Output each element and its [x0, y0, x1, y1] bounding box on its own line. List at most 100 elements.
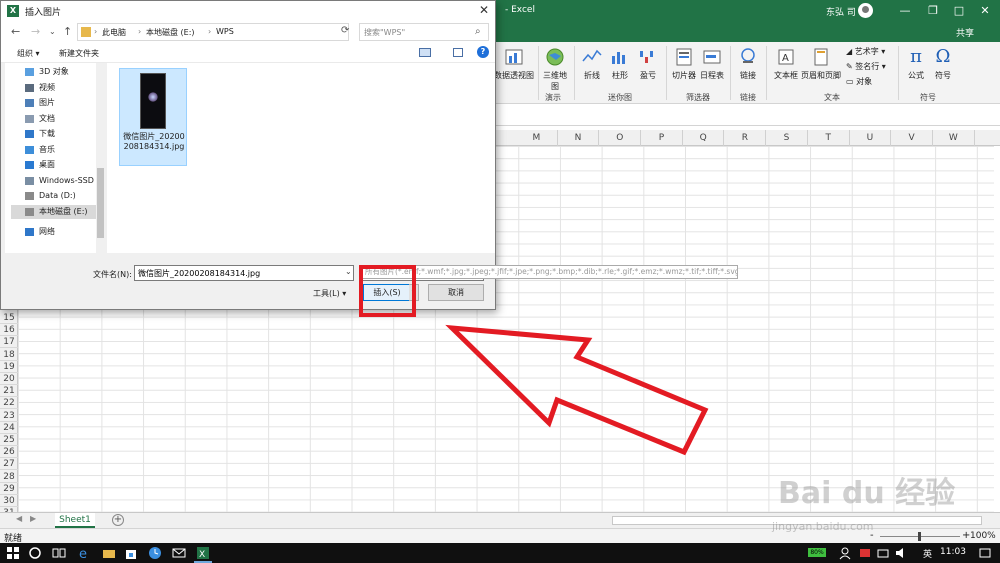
row-header[interactable]: 19 [0, 361, 18, 373]
header-footer-button[interactable]: 页眉和页脚 [800, 46, 842, 81]
search-box[interactable]: 搜索"WPS" ⌕ [359, 23, 489, 41]
row-header[interactable]: 23 [0, 410, 18, 422]
refresh-icon[interactable]: ⟳ [341, 25, 349, 36]
ribbon-display-button[interactable]: — [892, 2, 918, 20]
file-item-selected[interactable]: 微信图片_20200208184314.jpg [119, 68, 187, 166]
add-sheet-button[interactable]: + [112, 514, 124, 526]
column-header[interactable]: T [808, 130, 850, 146]
new-folder-button[interactable]: 新建文件夹 [59, 48, 99, 59]
row-header[interactable]: 21 [0, 385, 18, 398]
row-header[interactable]: 25 [0, 434, 18, 446]
breadcrumb-this-pc[interactable]: 此电脑 [102, 27, 126, 38]
column-header[interactable]: Q [683, 130, 725, 146]
forward-icon[interactable]: → [31, 25, 40, 38]
map3d-button[interactable]: 三维地图 [540, 46, 570, 92]
column-header[interactable]: W [933, 130, 975, 146]
nav-item[interactable]: 文档 [11, 112, 99, 126]
file-explorer-icon[interactable] [102, 546, 116, 560]
column-header[interactable]: V [891, 130, 933, 146]
cortana-search-icon[interactable] [28, 546, 42, 560]
column-header[interactable]: M [516, 130, 558, 146]
excel-taskbar-icon[interactable]: X [196, 546, 210, 560]
column-header[interactable]: U [850, 130, 892, 146]
restore-button[interactable]: □ [946, 2, 972, 20]
search-icon[interactable]: ⌕ [475, 26, 481, 37]
link-button[interactable]: 链接 [736, 46, 760, 81]
column-header[interactable]: P [641, 130, 683, 146]
nav-item[interactable]: Data (D:) [11, 189, 99, 203]
sheet-next-icon[interactable]: ▶ [30, 514, 36, 523]
row-header[interactable]: 24 [0, 422, 18, 434]
slicer-button[interactable]: 切片器 [670, 46, 698, 81]
column-header[interactable]: N [558, 130, 600, 146]
notification-red-icon[interactable] [858, 546, 872, 560]
nav-item[interactable]: 桌面 [11, 158, 99, 172]
pivot-chart-button[interactable]: 数据透视图 [494, 46, 534, 81]
dialog-close-button[interactable]: ✕ [479, 3, 489, 17]
row-header[interactable]: 20 [0, 373, 18, 385]
address-bar[interactable]: › 此电脑 › 本地磁盘 (E:) › WPS [77, 23, 349, 41]
organize-button[interactable]: 组织 ▾ [17, 48, 40, 59]
close-window-button[interactable]: ✕ [972, 2, 998, 20]
minimize-button[interactable]: ❐ [920, 2, 946, 20]
task-view-icon[interactable] [52, 546, 66, 560]
nav-item[interactable]: 3D 对象 [11, 65, 99, 79]
nav-item[interactable]: 下载 [11, 127, 99, 141]
navigation-pane-scrollbar[interactable] [96, 63, 105, 253]
network-icon[interactable] [876, 546, 890, 560]
row-header[interactable]: 27 [0, 458, 18, 471]
timeline-button[interactable]: 日程表 [698, 46, 726, 81]
share-button[interactable]: 共享 [956, 26, 974, 39]
cancel-button[interactable]: 取消 [428, 284, 484, 301]
input-method-indicator[interactable]: 英 [923, 547, 932, 560]
user-avatar[interactable] [858, 3, 873, 18]
column-header[interactable]: R [725, 130, 767, 146]
row-header[interactable]: 29 [0, 483, 18, 495]
scrollbar-thumb[interactable] [97, 168, 104, 238]
textbox-button[interactable]: A 文本框 [772, 46, 800, 81]
user-name[interactable]: 东弘 司 [826, 5, 856, 18]
row-header[interactable]: 18 [0, 349, 18, 361]
row-header[interactable]: 16 [0, 324, 18, 337]
back-icon[interactable]: ← [11, 25, 20, 38]
action-center-icon[interactable] [978, 546, 992, 560]
taskbar-clock[interactable]: 11:03 [940, 547, 966, 557]
nav-item[interactable]: 视频 [11, 81, 99, 95]
row-header[interactable]: 15 [0, 312, 18, 324]
recent-locations-icon[interactable]: ⌄ [49, 27, 56, 36]
nav-item[interactable]: 图片 [11, 96, 99, 110]
tools-button[interactable]: 工具(L) ▾ [313, 288, 346, 299]
preview-pane-icon[interactable] [453, 48, 463, 57]
wordart-button[interactable]: ◢ 艺术字 ▾ [846, 46, 885, 57]
up-folder-icon[interactable]: ↑ [63, 25, 72, 38]
store-icon[interactable] [124, 546, 138, 560]
battery-indicator[interactable]: 80% [808, 548, 826, 557]
change-view-icon[interactable] [419, 48, 431, 57]
row-header[interactable]: 30 [0, 495, 18, 507]
nav-item[interactable]: 音乐 [11, 143, 99, 157]
column-header[interactable]: O [599, 130, 642, 146]
filename-dropdown-icon[interactable]: ⌄ [345, 267, 352, 276]
windows-start-icon[interactable] [6, 546, 20, 560]
column-header[interactable]: S [766, 130, 808, 146]
row-header[interactable]: 22 [0, 397, 18, 410]
filename-input[interactable] [134, 265, 354, 281]
mail-icon[interactable] [172, 546, 186, 560]
row-header[interactable]: 26 [0, 446, 18, 459]
clock-app-icon[interactable] [148, 546, 162, 560]
object-button[interactable]: ▭ 对象 [846, 76, 872, 87]
nav-item[interactable]: Windows-SSD ( [11, 174, 100, 188]
edge-browser-icon[interactable]: e [78, 546, 92, 560]
help-icon[interactable]: ? [477, 46, 489, 58]
equation-button[interactable]: π 公式 [903, 46, 929, 81]
sparkline-column-button[interactable]: 柱形 [608, 46, 632, 81]
breadcrumb-wps[interactable]: WPS [216, 27, 234, 36]
row-header[interactable]: 17 [0, 336, 18, 349]
sparkline-line-button[interactable]: 折线 [580, 46, 604, 81]
row-header[interactable]: 28 [0, 471, 18, 483]
people-icon[interactable] [838, 546, 852, 560]
sheet-prev-icon[interactable]: ◀ [16, 514, 22, 523]
breadcrumb-drive-e[interactable]: 本地磁盘 (E:) [146, 27, 195, 38]
sheet-tab-sheet1[interactable]: Sheet1 [55, 513, 95, 528]
signature-line-button[interactable]: ✎ 签名行 ▾ [846, 61, 886, 72]
